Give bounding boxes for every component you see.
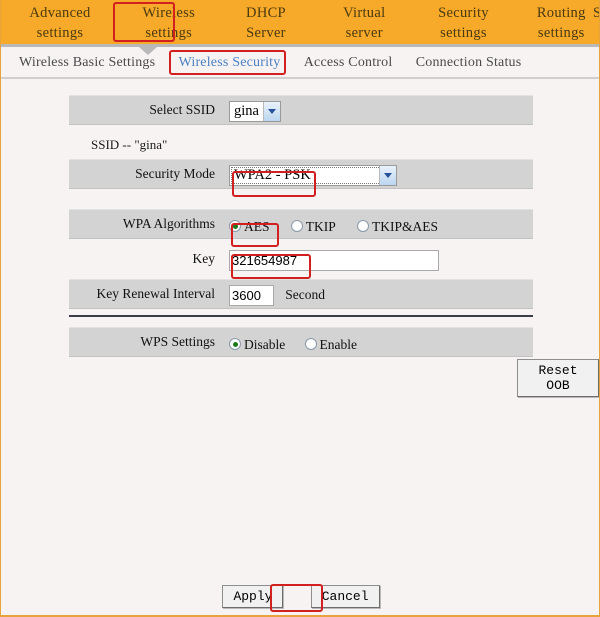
primary-navigation: Advanced settings Wireless settings DHCP…: [1, 0, 599, 44]
subtab-divider: [1, 77, 599, 79]
wpa-algorithms-radio-group: AES TKIP TKIP&AES: [229, 211, 452, 239]
control-security-mode: WPA2 - PSK: [229, 160, 397, 188]
nav-item-line1: Routing: [536, 5, 586, 21]
nav-item-line2: server: [345, 25, 383, 41]
radio-wps-enable[interactable]: Enable: [304, 336, 357, 352]
select-ssid-dropdown[interactable]: gina: [229, 100, 281, 122]
control-wpa-algorithms: AES TKIP TKIP&AES: [229, 210, 452, 238]
radio-label: TKIP: [305, 218, 336, 234]
radio-wps-disable[interactable]: Disable: [229, 337, 285, 352]
ssid-note-text: SSID -- "gina": [91, 137, 168, 152]
control-key-renewal-interval: Second: [229, 280, 325, 308]
chevron-down-icon[interactable]: [379, 165, 396, 185]
radio-button-icon[interactable]: [229, 220, 241, 233]
radio-button-icon[interactable]: [357, 220, 370, 233]
label-key-renewal-interval: Key Renewal Interval: [96, 286, 215, 301]
row-security-mode: Security Mode WPA2 - PSK: [69, 159, 533, 189]
tab-connection-status[interactable]: Connection Status: [406, 49, 532, 77]
chevron-down-icon[interactable]: [262, 101, 280, 121]
nav-item-virtual-server[interactable]: Virtual server: [317, 0, 412, 43]
tab-access-control[interactable]: Access Control: [294, 49, 403, 77]
nav-item-line2: settings: [36, 25, 84, 41]
row-ssid-note: SSID -- "gina": [69, 131, 533, 159]
key-renewal-unit-label: Second: [285, 287, 325, 303]
navigation-divider: [1, 44, 599, 47]
control-key: [229, 245, 439, 273]
nav-item-line1: Virtual: [343, 5, 386, 21]
radio-label: AES: [244, 218, 270, 234]
nav-item-line1: DHCP: [246, 5, 286, 21]
radio-button-icon[interactable]: [304, 338, 317, 351]
radio-button-icon[interactable]: [229, 338, 241, 351]
radio-wpa-tkip-aes[interactable]: TKIP&AES: [357, 219, 438, 234]
control-select-ssid: gina: [229, 96, 281, 124]
label-wpa-algorithms: WPA Algorithms: [122, 216, 215, 231]
nav-item-advanced-settings[interactable]: Advanced settings: [1, 0, 119, 43]
nav-item-line1: Security: [438, 5, 489, 21]
label-key: Key: [192, 251, 216, 266]
tab-wireless-basic-settings[interactable]: Wireless Basic Settings: [9, 49, 165, 77]
wireless-security-form: Select SSID gina SSID -- "gina" Security…: [1, 85, 599, 357]
nav-item-line2: Server: [246, 25, 286, 41]
wps-settings-radio-group: Disable Enable: [229, 329, 371, 357]
form-action-buttons: Apply Cancel: [1, 585, 599, 608]
security-mode-dropdown[interactable]: WPA2 - PSK: [229, 164, 397, 186]
control-wps-settings: Disable Enable: [229, 328, 371, 356]
label-select-ssid: Select SSID: [149, 102, 215, 117]
select-ssid-value: gina: [234, 102, 259, 119]
cancel-button[interactable]: Cancel: [310, 585, 380, 608]
label-wps-settings: WPS Settings: [140, 334, 215, 349]
radio-button-icon[interactable]: [290, 220, 303, 233]
nav-item-line2: settings: [537, 25, 585, 41]
nav-item-clipped[interactable]: S: [593, 3, 599, 23]
nav-item-wireless-settings[interactable]: Wireless settings: [122, 0, 215, 43]
tab-wireless-security[interactable]: Wireless Security: [169, 49, 291, 77]
apply-button[interactable]: Apply: [222, 585, 284, 608]
nav-item-line1: Wireless: [142, 5, 196, 21]
security-mode-value: WPA2 - PSK: [234, 166, 311, 183]
secondary-tab-bar: Wireless Basic Settings Wireless Securit…: [1, 49, 599, 77]
row-wpa-algorithms: WPA Algorithms AES TKIP TKIP&AES: [69, 209, 533, 239]
row-select-ssid: Select SSID gina: [69, 95, 533, 125]
radio-label: TKIP&AES: [372, 218, 439, 234]
reset-oob-button[interactable]: Reset OOB: [517, 359, 599, 397]
nav-item-line2: settings: [440, 25, 487, 41]
radio-wpa-aes[interactable]: AES: [229, 219, 270, 234]
key-renewal-input[interactable]: [229, 284, 274, 306]
key-input[interactable]: [229, 249, 439, 271]
row-key: Key: [69, 245, 533, 273]
radio-label: Enable: [319, 336, 357, 352]
reset-oob-container: Reset OOB: [517, 359, 599, 397]
nav-item-line1: Advanced: [29, 5, 91, 21]
row-key-renewal-interval: Key Renewal Interval Second: [69, 279, 533, 309]
router-admin-page: Advanced settings Wireless settings DHCP…: [0, 0, 600, 617]
nav-item-dhcp-server[interactable]: DHCP Server: [219, 0, 314, 43]
nav-item-routing-settings[interactable]: Routing settings: [515, 0, 599, 43]
row-wps-settings: WPS Settings Disable Enable: [69, 327, 533, 357]
nav-item-line2: settings: [145, 25, 193, 41]
nav-item-security-settings[interactable]: Security settings: [415, 0, 512, 43]
radio-label: Disable: [244, 336, 286, 352]
radio-wpa-tkip[interactable]: TKIP: [290, 218, 336, 234]
label-security-mode: Security Mode: [135, 166, 215, 181]
